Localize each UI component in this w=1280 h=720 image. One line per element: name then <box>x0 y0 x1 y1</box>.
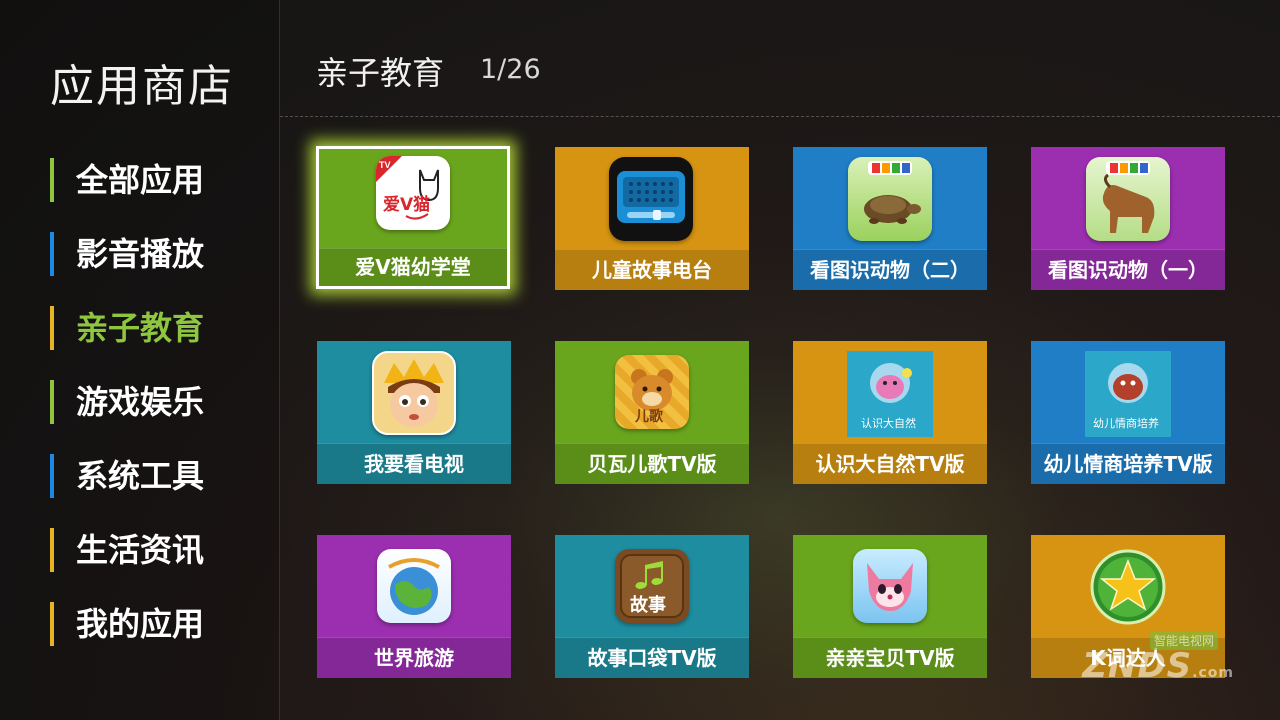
nav-item-label: 游戏娱乐 <box>76 383 205 421</box>
eq-icon: 幼儿情商培养 <box>1085 351 1171 437</box>
app-tile-label: 我要看电视 <box>317 443 511 484</box>
goat-icon <box>1086 157 1170 241</box>
app-tile-beva-songs[interactable]: 儿歌 贝瓦儿歌TV版 <box>555 341 749 484</box>
nav-item-life-info[interactable]: 生活资讯 <box>50 526 204 574</box>
nav-accent-bar <box>50 380 54 424</box>
nav-item-label: 全部应用 <box>76 161 205 199</box>
story-icon: 故事 <box>615 549 689 623</box>
app-tile-label: 故事口袋TV版 <box>555 637 749 678</box>
tv-badge-text: TV <box>379 160 391 170</box>
app-tile-label: 幼儿情商培养TV版 <box>1031 443 1225 484</box>
app-tile-animals-1[interactable]: 看图识动物（一） <box>1031 147 1225 290</box>
nav-item-label: 我的应用 <box>76 605 205 643</box>
nav-item-my-apps[interactable]: 我的应用 <box>50 600 204 648</box>
header-divider <box>280 116 1280 117</box>
nav-item-media-playback[interactable]: 影音播放 <box>50 230 204 278</box>
app-tile-animals-2[interactable]: 看图识动物（二） <box>793 147 987 290</box>
nav-accent-bar <box>50 454 54 498</box>
nav-item-label: 生活资讯 <box>76 531 205 569</box>
category-title: 亲子教育 <box>316 54 445 92</box>
cat-logo-icon: TV 爱V猫 <box>376 156 450 230</box>
nav-item-label: 系统工具 <box>76 457 205 495</box>
app-title: 应用商店 <box>50 61 234 112</box>
bear-icon-text: 儿歌 <box>634 408 664 425</box>
tortoise-icon <box>848 157 932 241</box>
nature-icon-text: 认识大自然 <box>861 416 916 430</box>
app-tile-label: 看图识动物（二） <box>793 249 987 290</box>
nav-item-games[interactable]: 游戏娱乐 <box>50 378 204 426</box>
boy-cartoon-icon <box>372 351 456 435</box>
app-tile-label: 爱V猫幼学堂 <box>319 248 507 286</box>
watermark-logo: ZNDS.com <box>1082 646 1234 686</box>
bear-icon: 儿歌 <box>615 355 689 429</box>
eq-icon-text: 幼儿情商培养 <box>1093 416 1159 430</box>
app-tile-watch-tv[interactable]: 我要看电视 <box>317 341 511 484</box>
cat-logo-text: 爱V猫 <box>383 194 430 215</box>
app-tile-nature[interactable]: 认识大自然 认识大自然TV版 <box>793 341 987 484</box>
nav-accent-bar <box>50 306 54 350</box>
nav-item-parent-child-education[interactable]: 亲子教育 <box>50 304 204 352</box>
watermark-brand: ZNDS <box>1082 646 1193 686</box>
app-tile-world-travel[interactable]: 世界旅游 <box>317 535 511 678</box>
app-tile-eq-training[interactable]: 幼儿情商培养 幼儿情商培养TV版 <box>1031 341 1225 484</box>
nav-item-all-apps[interactable]: 全部应用 <box>50 156 204 204</box>
nav-accent-bar <box>50 602 54 646</box>
app-tile-ivmao[interactable]: TV 爱V猫 爱V猫幼学堂 <box>316 146 510 289</box>
story-icon-text: 故事 <box>630 594 666 616</box>
app-tile-label: 看图识动物（一） <box>1031 249 1225 290</box>
nav-item-label: 亲子教育 <box>76 309 205 347</box>
app-tile-label: 世界旅游 <box>317 637 511 678</box>
nav-accent-bar <box>50 232 54 276</box>
sidebar: 应用商店 全部应用 影音播放 亲子教育 游戏娱乐 系统工具 生活资讯 我的应用 <box>0 0 280 720</box>
star-icon <box>1088 547 1168 627</box>
app-tile-label: 贝瓦儿歌TV版 <box>555 443 749 484</box>
globe-icon <box>377 549 451 623</box>
nature-icon: 认识大自然 <box>847 351 933 437</box>
page-indicator: 1/26 <box>480 54 541 85</box>
nav-item-label: 影音播放 <box>76 235 205 273</box>
app-tile-label: 儿童故事电台 <box>555 249 749 290</box>
app-tile-kids-story-radio[interactable]: 儿童故事电台 <box>555 147 749 290</box>
nav-accent-bar <box>50 158 54 202</box>
watermark-domain: .com <box>1192 665 1234 681</box>
app-tile-label: 认识大自然TV版 <box>793 443 987 484</box>
app-tile-story-pocket[interactable]: 故事 故事口袋TV版 <box>555 535 749 678</box>
radio-icon <box>609 157 693 241</box>
app-tile-qinqin-baby[interactable]: 亲亲宝贝TV版 <box>793 535 987 678</box>
nav-item-system-tools[interactable]: 系统工具 <box>50 452 204 500</box>
category-nav: 全部应用 影音播放 亲子教育 游戏娱乐 系统工具 生活资讯 我的应用 <box>50 156 204 674</box>
app-tile-label: 亲亲宝贝TV版 <box>793 637 987 678</box>
fox-icon <box>853 549 927 623</box>
nav-accent-bar <box>50 528 54 572</box>
